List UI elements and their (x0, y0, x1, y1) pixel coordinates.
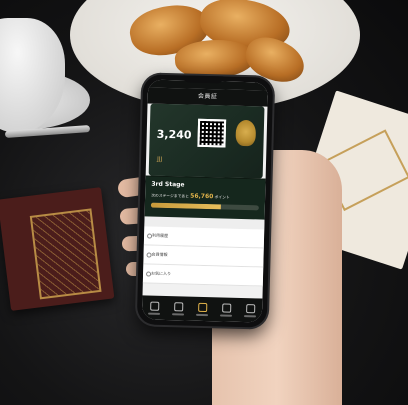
next-stage-prefix: 次のステージまであと (151, 192, 190, 199)
tab-member-card[interactable] (193, 302, 211, 316)
photo-scene: 会員証 3,240 JJJ 3rd Stage 次のステージまであと 56,76… (0, 0, 408, 405)
membership-card: 3,240 JJJ (148, 103, 265, 179)
crest-emblem (235, 119, 257, 147)
notebook-pattern (29, 208, 102, 300)
tab-menu[interactable] (241, 303, 259, 317)
stage-title: 3rd Stage (151, 180, 185, 189)
tab-bar (141, 295, 263, 323)
points-value: 3,240 (156, 127, 192, 142)
points-needed: 56,760 (190, 192, 214, 201)
card-icon (197, 302, 207, 312)
tab-shop[interactable] (169, 301, 187, 315)
phone-notch (183, 75, 224, 84)
stage-progress-fill (150, 202, 222, 210)
points-suffix: ポイント (214, 194, 230, 200)
menu-icon (245, 303, 255, 313)
notebook (0, 187, 115, 311)
qr-code[interactable] (197, 118, 227, 148)
stage-panel: 3rd Stage 次のステージまであと 56,760 ポイント (144, 175, 266, 220)
tab-account[interactable] (217, 302, 235, 317)
tab-news[interactable] (145, 301, 163, 315)
smartphone: 会員証 3,240 JJJ 3rd Stage 次のステージまであと 56,76… (136, 74, 274, 328)
stage-progress-bar (150, 202, 259, 211)
phone-screen: 会員証 3,240 JJJ 3rd Stage 次のステージまであと 56,76… (141, 79, 269, 323)
menu-item-favorites[interactable]: お気に入り (142, 264, 264, 287)
bag-icon (173, 301, 183, 311)
person-icon (221, 302, 231, 313)
megaphone-icon (149, 301, 159, 311)
stage-progress-text: 次のステージまであと 56,760 ポイント (151, 192, 230, 201)
brand-logo: JJJ (156, 155, 163, 163)
